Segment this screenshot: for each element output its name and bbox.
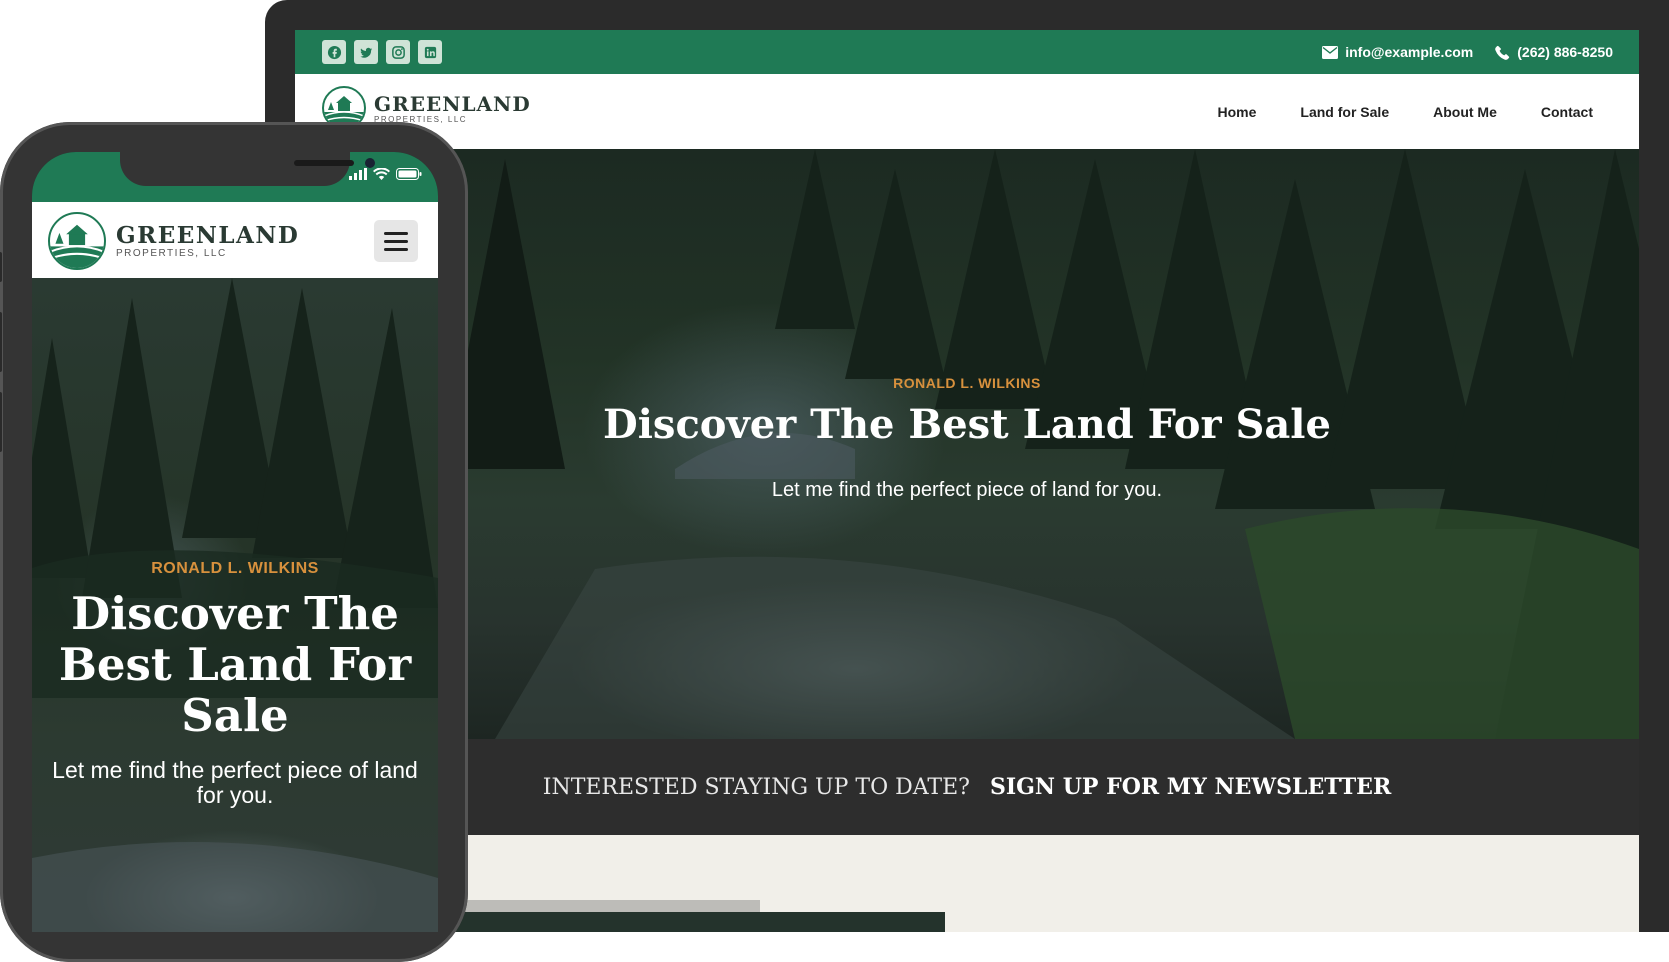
- mobile-site-logo[interactable]: GREENLAND PROPERTIES, LLC: [48, 212, 299, 270]
- mobile-brand-name: GREENLAND: [116, 221, 300, 249]
- nav-about-me[interactable]: About Me: [1433, 104, 1497, 120]
- desktop-header: GREENLAND PROPERTIES, LLC Home Land for …: [295, 74, 1639, 149]
- mobile-status-bar: [32, 152, 438, 202]
- phone-text: (262) 886-8250: [1517, 44, 1613, 60]
- facebook-icon[interactable]: [322, 40, 346, 64]
- phone-volume-up-button: [0, 312, 2, 372]
- wifi-icon: [373, 168, 390, 180]
- newsletter-question: INTERESTED STAYING UP TO DATE?: [542, 774, 970, 800]
- mobile-hero-subtitle: Let me find the perfect piece of land fo…: [52, 757, 418, 808]
- desktop-top-bar: info@example.com (262) 886-8250: [295, 30, 1639, 74]
- mobile-header: GREENLAND PROPERTIES, LLC: [32, 202, 438, 278]
- mobile-brand-wordmark: GREENLAND PROPERTIES, LLC: [116, 221, 300, 259]
- nav-home[interactable]: Home: [1218, 104, 1257, 120]
- mobile-hero-title: Discover The Best Land For Sale: [58, 587, 412, 742]
- phone-icon: [1495, 45, 1510, 60]
- brand-name: GREENLAND: [374, 91, 531, 116]
- hero-content: RONALD L. WILKINS Discover The Best Land…: [295, 149, 1639, 739]
- logo-emblem-icon: [48, 212, 106, 270]
- nav-land-for-sale[interactable]: Land for Sale: [1300, 104, 1389, 120]
- envelope-icon: [1322, 45, 1339, 59]
- twitter-icon[interactable]: [354, 40, 378, 64]
- mobile-hero: RONALD L. WILKINS Discover The Best Land…: [32, 278, 438, 932]
- instagram-icon[interactable]: [386, 40, 410, 64]
- phone-link[interactable]: (262) 886-8250: [1495, 44, 1613, 60]
- desktop-screen: info@example.com (262) 886-8250 GREENLAN…: [295, 30, 1639, 932]
- hero-eyebrow: RONALD L. WILKINS: [893, 375, 1041, 391]
- desktop-hero: RONALD L. WILKINS Discover The Best Land…: [295, 149, 1639, 739]
- contact-info: info@example.com (262) 886-8250: [1322, 30, 1613, 74]
- linkedin-icon[interactable]: [418, 40, 442, 64]
- email-link[interactable]: info@example.com: [1322, 44, 1473, 60]
- newsletter-signup-link[interactable]: SIGN UP FOR MY NEWSLETTER: [990, 774, 1391, 800]
- battery-icon: [396, 168, 422, 180]
- hamburger-menu-icon[interactable]: [374, 220, 418, 262]
- nav-contact[interactable]: Contact: [1541, 104, 1593, 120]
- front-camera: [365, 158, 375, 168]
- email-text: info@example.com: [1345, 44, 1474, 60]
- brand-wordmark: GREENLAND PROPERTIES, LLC: [374, 93, 531, 124]
- hero-title: Discover The Best Land For Sale: [603, 401, 1331, 448]
- hero-subtitle: Let me find the perfect piece of land fo…: [771, 479, 1163, 501]
- phone-side-button: [0, 252, 2, 282]
- social-links: [322, 40, 442, 64]
- signal-icon: [349, 168, 367, 180]
- phone-volume-down-button: [0, 392, 2, 452]
- phone-notch: [120, 152, 375, 186]
- mobile-hero-eyebrow: RONALD L. WILKINS: [151, 560, 319, 577]
- main-nav: Home Land for Sale About Me Contact: [1218, 74, 1593, 149]
- mobile-brand-subtitle: PROPERTIES, LLC: [116, 247, 227, 259]
- status-icons: [349, 168, 422, 180]
- speaker: [294, 160, 354, 166]
- newsletter-band: INTERESTED STAYING UP TO DATE? SIGN UP F…: [295, 739, 1639, 835]
- mobile-screen: GREENLAND PROPERTIES, LLC RONALD L. WILK…: [32, 152, 438, 932]
